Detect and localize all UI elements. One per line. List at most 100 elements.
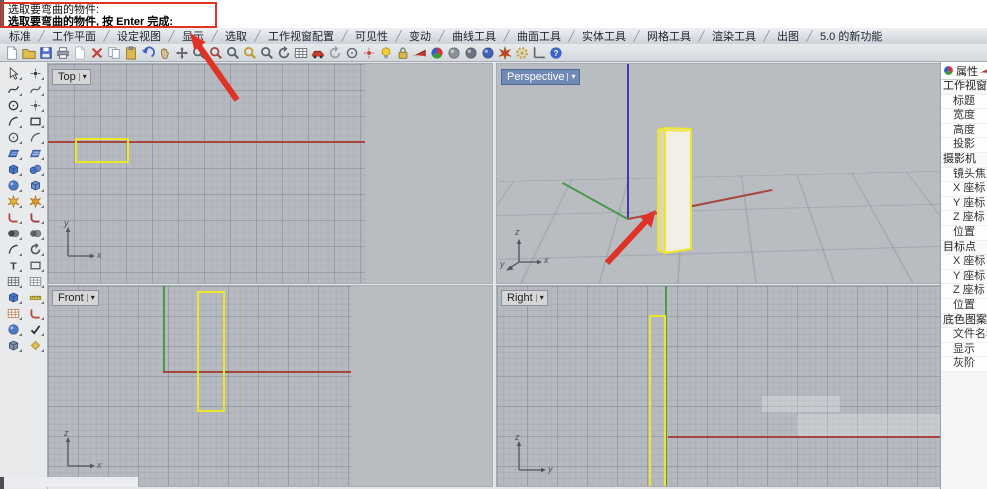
boolean-diff-tool-icon[interactable] <box>24 225 46 241</box>
render-colorwheel-icon[interactable] <box>428 45 445 61</box>
circle-tool-icon[interactable] <box>2 97 24 113</box>
wall-tool-icon[interactable] <box>2 305 24 321</box>
set-view-icon[interactable] <box>343 45 360 61</box>
viewport-right[interactable]: z y Right ▾ <box>496 285 941 487</box>
cylinder-tool-icon[interactable] <box>2 177 24 193</box>
property-row-13[interactable]: X 座标 <box>941 255 987 270</box>
menu-tab-10[interactable]: 曲面工具 <box>508 28 570 44</box>
selection-tool-icon[interactable] <box>2 65 24 81</box>
render-spray-icon[interactable] <box>496 45 513 61</box>
menu-tab-4[interactable]: 显示 <box>173 28 213 44</box>
property-row-7[interactable]: 镜头焦距 <box>941 167 987 183</box>
menu-tab-1[interactable]: 标准 <box>0 28 40 44</box>
ellipse-tool-icon[interactable] <box>2 129 24 145</box>
move-icon[interactable] <box>173 45 190 61</box>
control-curve-tool-icon[interactable] <box>24 81 46 97</box>
property-row-11[interactable]: 位置 <box>941 225 987 241</box>
delete-icon[interactable] <box>88 45 105 61</box>
boolean-union-tool-icon[interactable] <box>2 225 24 241</box>
viewport-label-top[interactable]: Top ▾ <box>52 69 91 85</box>
property-row-10[interactable]: Z 座标 <box>941 211 987 226</box>
box-tool-icon[interactable] <box>2 161 24 177</box>
export-doc-icon[interactable] <box>71 45 88 61</box>
options-gear-icon[interactable] <box>513 45 530 61</box>
paste-icon[interactable] <box>122 45 139 61</box>
save-file-icon[interactable] <box>37 45 54 61</box>
hatch-tool-icon[interactable] <box>24 273 46 289</box>
project-tool-icon[interactable] <box>2 337 24 353</box>
properties-panel-header[interactable]: 属性 <box>941 62 987 80</box>
lock-objects-icon[interactable] <box>394 45 411 61</box>
rotate-view-icon[interactable] <box>275 45 292 61</box>
explode-blocks-tool-icon[interactable] <box>24 193 46 209</box>
spiral-tool-icon[interactable] <box>24 241 46 257</box>
menu-tab-14[interactable]: 出图 <box>768 28 808 44</box>
zoom-selected-icon[interactable] <box>224 45 241 61</box>
menu-tab-13[interactable]: 渲染工具 <box>703 28 765 44</box>
point-cloud-tool-icon[interactable] <box>24 97 46 113</box>
pan-mode-icon[interactable] <box>326 45 343 61</box>
viewport-label-front[interactable]: Front ▾ <box>52 290 99 306</box>
property-row-14[interactable]: Y 座标 <box>941 269 987 285</box>
freeform-curve-tool-icon[interactable] <box>24 129 46 145</box>
render-sphere-3-icon[interactable] <box>479 45 496 61</box>
sphere-tool-icon[interactable] <box>24 161 46 177</box>
zoom-target-icon[interactable] <box>258 45 275 61</box>
check-tool-icon[interactable] <box>24 321 46 337</box>
undo-icon[interactable] <box>139 45 156 61</box>
rectangle-tool-icon[interactable] <box>24 113 46 129</box>
menu-tab-9[interactable]: 曲线工具 <box>443 28 505 44</box>
polyline-tool-icon[interactable] <box>2 81 24 97</box>
clamp-tool-icon[interactable] <box>24 305 46 321</box>
cplane-axes-icon[interactable] <box>530 45 547 61</box>
property-row-20[interactable]: 灰阶 <box>941 357 987 372</box>
array-tool-icon[interactable] <box>2 273 24 289</box>
right-selected-rectangle[interactable] <box>649 315 666 486</box>
viewport-top[interactable]: y x Top ▾ <box>47 63 493 284</box>
property-row-12[interactable]: 目标点 <box>941 240 987 256</box>
menu-tab-11[interactable]: 实体工具 <box>573 28 635 44</box>
point-grid-tool-icon[interactable] <box>24 257 46 273</box>
render-sphere-1-icon[interactable] <box>445 45 462 61</box>
render-sphere-2-icon[interactable] <box>462 45 479 61</box>
property-row-18[interactable]: 文件名称 <box>941 328 987 343</box>
zoom-extents-icon[interactable] <box>241 45 258 61</box>
viewport-front[interactable]: z x Front ▾ <box>47 285 493 487</box>
shaded-mode-icon[interactable] <box>411 45 428 61</box>
arc-tool-icon[interactable] <box>2 113 24 129</box>
corner-surface-tool-icon[interactable] <box>24 145 46 161</box>
menu-tab-15[interactable]: 5.0 的新功能 <box>811 28 891 44</box>
property-row-1[interactable]: 工作视窗 <box>941 80 987 95</box>
property-row-9[interactable]: Y 座标 <box>941 196 987 212</box>
property-row-19[interactable]: 显示 <box>941 342 987 358</box>
named-view-icon[interactable] <box>360 45 377 61</box>
property-row-16[interactable]: 位置 <box>941 298 987 314</box>
help-icon[interactable] <box>547 45 564 61</box>
block-tool-icon[interactable] <box>2 289 24 305</box>
menu-tab-3[interactable]: 设定视图 <box>108 28 170 44</box>
menu-tab-8[interactable]: 变动 <box>400 28 440 44</box>
text-tool-icon[interactable] <box>2 257 24 273</box>
menu-tab-6[interactable]: 工作视窗配置 <box>259 28 343 44</box>
selected-box-3d[interactable] <box>497 64 940 283</box>
new-file-icon[interactable] <box>3 45 20 61</box>
print-icon[interactable] <box>54 45 71 61</box>
viewport-layout-icon[interactable] <box>292 45 309 61</box>
menu-tab-7[interactable]: 可见性 <box>346 28 397 44</box>
property-row-8[interactable]: X 座标 <box>941 182 987 197</box>
front-selected-rectangle[interactable] <box>197 291 225 412</box>
dropdown-arrow-icon[interactable]: ▾ <box>78 73 87 81</box>
menu-tab-12[interactable]: 网格工具 <box>638 28 700 44</box>
solid-tool-icon[interactable] <box>24 177 46 193</box>
property-row-4[interactable]: 高度 <box>941 123 987 139</box>
zoom-dynamic-icon[interactable] <box>190 45 207 61</box>
viewport-label-perspective[interactable]: Perspective ▾ <box>501 69 580 85</box>
curve-boolean-tool-icon[interactable] <box>2 241 24 257</box>
point-tool-icon[interactable] <box>24 65 46 81</box>
viewport-perspective[interactable]: z x y Perspective ▾ <box>496 63 941 284</box>
explode-tool-icon[interactable] <box>2 193 24 209</box>
fillet-tool-icon[interactable] <box>2 209 24 225</box>
top-selected-rectangle[interactable] <box>75 138 129 163</box>
property-row-2[interactable]: 标题 <box>941 94 987 110</box>
shade-view-icon[interactable] <box>309 45 326 61</box>
